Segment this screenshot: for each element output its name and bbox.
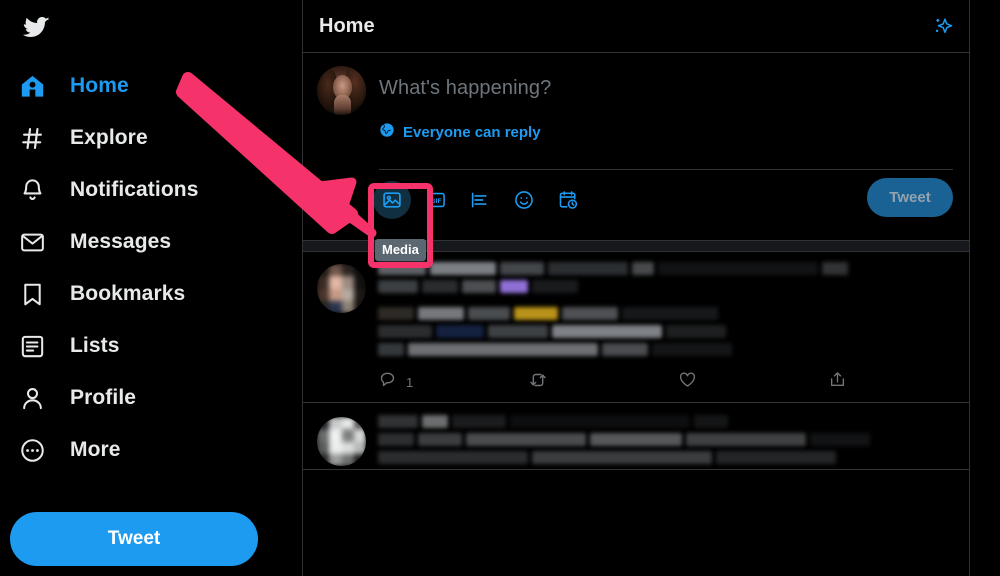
twitter-bird-icon[interactable] [16, 6, 58, 48]
sidebar-item-bookmarks[interactable]: Bookmarks [0, 268, 290, 320]
reply-audience-label: Everyone can reply [403, 124, 541, 141]
tweet-content-blurred: 1 [378, 262, 955, 402]
sidebar-item-home[interactable]: Home [0, 60, 290, 112]
avatar[interactable] [317, 417, 366, 466]
person-icon [14, 383, 50, 413]
share-button[interactable] [828, 370, 856, 394]
home-icon [14, 71, 50, 101]
media-tooltip: Media [375, 239, 426, 261]
sidebar-item-label: Explore [70, 126, 148, 149]
sidebar-item-label: Bookmarks [70, 282, 186, 305]
reply-button[interactable]: 1 [378, 370, 528, 394]
hashtag-icon [14, 123, 50, 153]
reply-count: 1 [406, 374, 414, 390]
sidebar-item-label: Messages [70, 230, 172, 253]
table-row[interactable]: 1 [303, 252, 969, 403]
svg-text:GIF: GIF [430, 198, 441, 205]
avatar[interactable] [317, 66, 366, 115]
tweet-text-input[interactable]: What's happening? [379, 63, 953, 100]
schedule-button[interactable] [549, 181, 587, 219]
sidebar-item-label: More [70, 438, 121, 461]
sidebar-item-label: Lists [70, 334, 120, 357]
retweet-button[interactable] [528, 370, 678, 395]
reply-audience-button[interactable]: Everyone can reply [379, 122, 953, 143]
submit-tweet-button[interactable]: Tweet [867, 178, 953, 217]
media-button[interactable] [373, 181, 411, 219]
tweet-actions: 1 [378, 362, 955, 402]
poll-button[interactable] [461, 181, 499, 219]
heart-icon [678, 370, 697, 394]
sidebar-item-profile[interactable]: Profile [0, 372, 290, 424]
bookmark-icon [14, 279, 50, 309]
avatar[interactable] [317, 264, 366, 313]
sidebar-item-more[interactable]: More [0, 424, 290, 476]
sidebar-item-label: Home [70, 74, 129, 97]
tweet-content-blurred [378, 415, 955, 469]
table-row[interactable] [303, 403, 969, 470]
list-icon [14, 331, 50, 361]
sidebar-item-explore[interactable]: Explore [0, 112, 290, 164]
compose-tweet-button[interactable]: Tweet [10, 512, 258, 566]
column-header: Home [303, 0, 969, 53]
globe-icon [379, 122, 395, 143]
primary-sidebar: Home Explore Notifications Messages Book… [0, 0, 302, 576]
page-title: Home [319, 14, 375, 37]
like-button[interactable] [678, 370, 828, 394]
bell-icon [14, 175, 50, 205]
sparkles-icon[interactable] [925, 10, 959, 44]
sidebar-nav-list: Home Explore Notifications Messages Book… [0, 60, 290, 476]
sidebar-item-label: Notifications [70, 178, 199, 201]
main-column: Home What's happening? Everyone can repl… [302, 0, 970, 576]
sidebar-item-label: Profile [70, 386, 137, 409]
more-circle-icon [14, 435, 50, 465]
compose-toolbar: GIF [373, 181, 593, 219]
reply-icon [378, 370, 397, 394]
envelope-icon [14, 227, 50, 257]
compose-box: What's happening? Everyone can reply GIF… [303, 53, 969, 240]
retweet-icon [528, 370, 548, 395]
gif-button[interactable]: GIF [417, 181, 455, 219]
sidebar-item-notifications[interactable]: Notifications [0, 164, 290, 216]
sidebar-item-lists[interactable]: Lists [0, 320, 290, 372]
sidebar-item-messages[interactable]: Messages [0, 216, 290, 268]
share-icon [828, 370, 847, 394]
twitter-home-screen: Home Explore Notifications Messages Book… [0, 0, 1000, 576]
emoji-button[interactable] [505, 181, 543, 219]
compose-divider [379, 169, 953, 170]
